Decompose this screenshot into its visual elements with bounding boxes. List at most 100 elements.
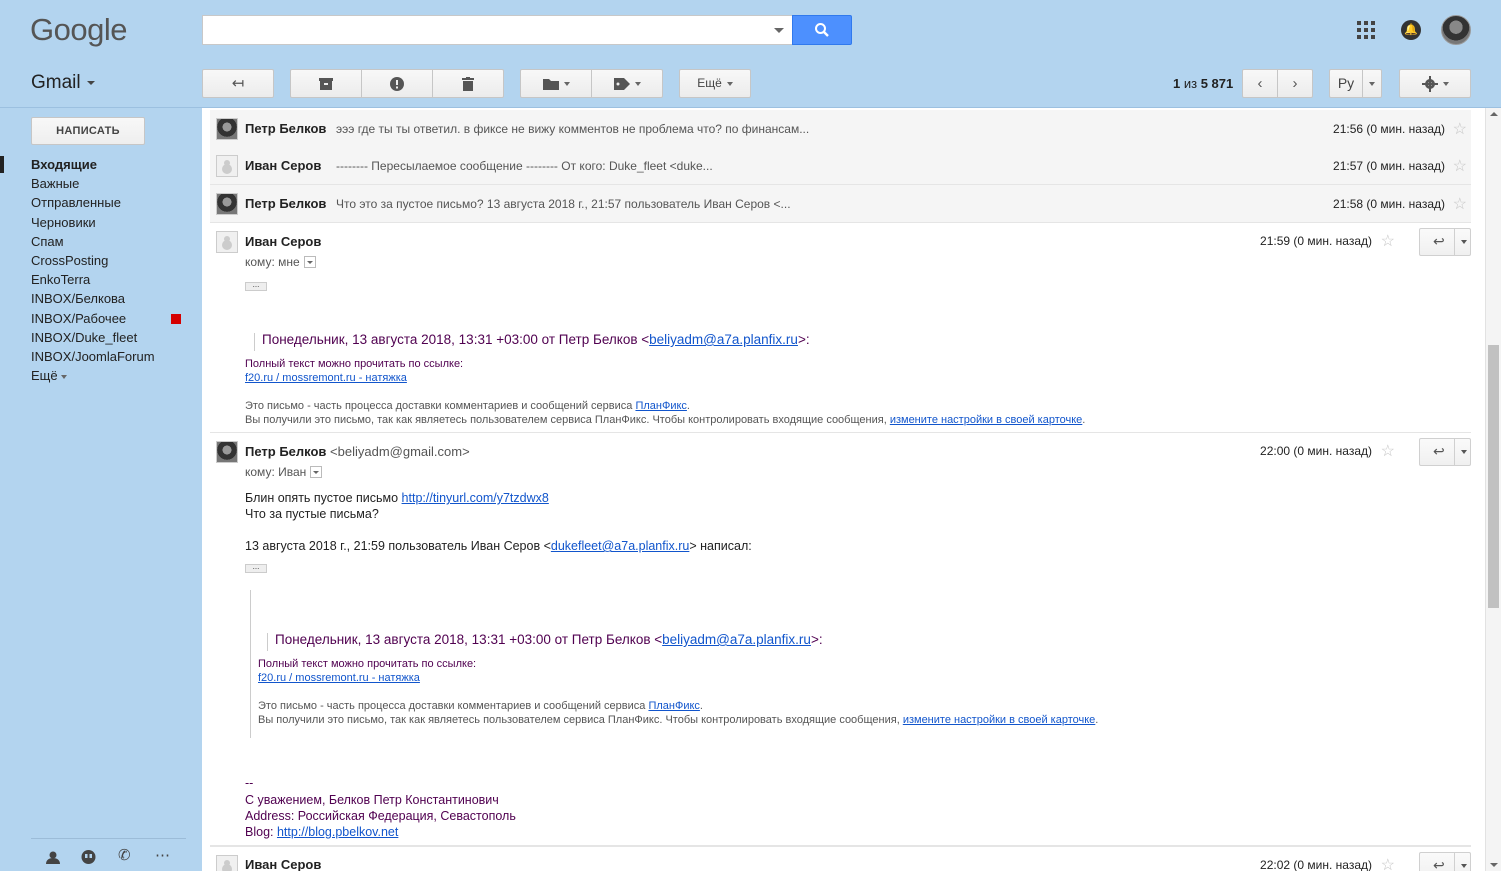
quote-header-tail: >: [797, 332, 810, 347]
sender-name: Петр Белков [245, 444, 327, 459]
task-link[interactable]: f20.ru / mossremont.ru - натяжка [245, 372, 407, 384]
older-button[interactable]: › [1277, 69, 1313, 98]
sender[interactable]: Петр Белков <beliyadm@gmail.com> [245, 444, 470, 459]
sidebar-item-drafts[interactable]: Черновики [0, 213, 202, 232]
body-text: Блин опять пустое письмо [245, 491, 402, 505]
delete-button[interactable] [432, 69, 504, 98]
sidebar-item-sent[interactable]: Отправленные [0, 193, 202, 212]
star-icon[interactable]: ☆ [1381, 855, 1395, 871]
details-dropdown-icon[interactable] [310, 465, 323, 478]
blog-link[interactable]: http://blog.pbelkov.net [277, 825, 398, 839]
scroll-up-arrow-icon[interactable] [1490, 112, 1498, 116]
collapsed-message[interactable]: Иван Серов -------- Пересылаемое сообщен… [210, 147, 1471, 185]
contacts-person-icon[interactable] [46, 851, 60, 864]
reply-more-chevron-icon[interactable] [1461, 864, 1467, 868]
sidebar-item-enkoterra[interactable]: EnkoTerra [0, 270, 202, 289]
reply-more-chevron-icon[interactable] [1461, 240, 1467, 244]
service-note-text: Вы получили это письмо, так как являетес… [258, 714, 903, 726]
sidebar-item-label: CrossPosting [31, 252, 109, 268]
service-note-1: Это письмо - часть процесса доставки ком… [258, 700, 703, 712]
quote-email-link[interactable]: beliyadm@a7a.planfix.ru [649, 332, 798, 347]
more-label: Ещё [697, 76, 722, 90]
input-language-label: Ру [1337, 75, 1355, 91]
tinyurl-link[interactable]: http://tinyurl.com/y7tzdwx8 [402, 491, 549, 505]
sidebar-item-inbox[interactable]: Входящие [0, 155, 202, 174]
more-actions-button[interactable]: Ещё [679, 69, 751, 98]
reply-more-chevron-icon[interactable] [1461, 450, 1467, 454]
search-options-chevron-icon[interactable] [774, 28, 784, 33]
settings-link[interactable]: измените настройки в своей карточке [903, 714, 1095, 726]
sidebar-item-label: Входящие [31, 157, 97, 172]
sidebar-item-inbox-joomlaforum[interactable]: INBOX/JoomlaForum [0, 347, 202, 366]
move-to-button[interactable] [520, 69, 592, 98]
quote-header-tail: >: [810, 632, 823, 647]
input-tools-dropdown[interactable] [1362, 69, 1382, 98]
back-button[interactable]: ↤ [202, 69, 274, 98]
message-time: 21:59 (0 мин. назад) [1260, 234, 1372, 248]
phone-icon[interactable]: ✆ [118, 846, 131, 864]
archive-button[interactable] [290, 69, 362, 98]
star-icon[interactable]: ☆ [1453, 119, 1467, 139]
compose-button[interactable]: НАПИСАТЬ [31, 117, 145, 145]
reply-button[interactable]: ↩ [1419, 438, 1471, 466]
scroll-down-arrow-icon[interactable] [1490, 863, 1498, 867]
spam-alert-icon [390, 77, 404, 91]
notifications-bell-icon[interactable]: 🔔 [1401, 20, 1421, 40]
sidebar-item-inbox-rabochee[interactable]: INBOX/Рабочее [0, 309, 202, 328]
sender[interactable]: Иван Серов [245, 857, 321, 871]
quote-header: Понедельник, 13 августа 2018, 13:31 +03:… [262, 332, 810, 347]
input-tools-button[interactable]: Ру [1329, 69, 1363, 98]
sidebar-item-more[interactable]: Ещё [0, 366, 202, 385]
show-trimmed-content-button[interactable]: ... [245, 281, 267, 291]
star-icon[interactable]: ☆ [1381, 231, 1395, 251]
quote-email-link[interactable]: beliyadm@a7a.planfix.ru [662, 632, 811, 647]
star-icon[interactable]: ☆ [1381, 441, 1395, 461]
sidebar-item-spam[interactable]: Спам [0, 232, 202, 251]
sender[interactable]: Иван Серов [245, 234, 321, 249]
avatar [216, 118, 238, 140]
reply-button[interactable]: ↩ [1419, 852, 1471, 871]
service-note-2: Вы получили это письмо, так как являетес… [258, 714, 1098, 726]
sidebar-item-label: Черновики [31, 214, 96, 230]
star-icon[interactable]: ☆ [1453, 194, 1467, 214]
star-icon[interactable]: ☆ [1453, 156, 1467, 176]
scrollbar[interactable] [1485, 108, 1501, 871]
sidebar-item-inbox-duke-fleet[interactable]: INBOX/Duke_fleet [0, 328, 202, 347]
collapsed-message[interactable]: Петр Белков Что это за пустое письмо? 13… [210, 185, 1471, 223]
details-dropdown-icon[interactable] [303, 255, 316, 268]
search-input[interactable] [202, 15, 792, 45]
newer-button[interactable]: ‹ [1242, 69, 1278, 98]
pager-count: 1 из 5 871 [1173, 76, 1233, 91]
collapsed-message[interactable]: Петр Белков эээ где ты ты ответил. в фик… [210, 110, 1471, 148]
planfix-link[interactable]: ПланФикс [648, 700, 699, 712]
signature-line: Address: Российская Федерация, Севастопо… [245, 809, 516, 823]
quote-bar [254, 333, 255, 351]
apps-grid-icon[interactable] [1357, 21, 1375, 39]
email-link[interactable]: dukefleet@a7a.planfix.ru [551, 539, 689, 553]
task-link[interactable]: f20.ru / mossremont.ru - натяжка [258, 672, 420, 684]
show-trimmed-content-button[interactable]: ... [245, 563, 267, 573]
google-logo[interactable]: Google [30, 12, 127, 48]
settings-link[interactable]: измените настройки в своей карточке [890, 414, 1082, 426]
gmail-app-switcher[interactable]: Gmail [31, 72, 95, 94]
more-dots-icon[interactable]: ⋯ [155, 846, 171, 864]
search-button[interactable] [792, 15, 852, 45]
labels-button[interactable] [591, 69, 663, 98]
reply-button[interactable]: ↩ [1419, 228, 1471, 256]
scrollbar-thumb[interactable] [1488, 345, 1499, 608]
expanded-message: Иван Серов кому: мне 21:59 (0 мин. назад… [210, 223, 1471, 433]
trash-icon [462, 77, 474, 91]
sidebar-item-label: INBOX/Белкова [31, 291, 126, 307]
sidebar-item-crossposting[interactable]: CrossPosting [0, 251, 202, 270]
archive-icon [319, 78, 333, 90]
settings-button[interactable] [1399, 69, 1471, 98]
account-avatar[interactable] [1441, 15, 1471, 45]
hangouts-quote-icon[interactable] [81, 850, 96, 865]
punctuation: . [699, 700, 703, 712]
sidebar-item-important[interactable]: Важные [0, 174, 202, 193]
fulltext-note: Полный текст можно прочитать по ссылке: [258, 658, 477, 670]
action-toolbar: Gmail ↤ Ещё 1 из 5 871 ‹ › Ру [0, 60, 1501, 108]
planfix-link[interactable]: ПланФикс [635, 400, 686, 412]
sidebar-item-inbox-belkova[interactable]: INBOX/Белкова [0, 289, 202, 308]
report-spam-button[interactable] [361, 69, 433, 98]
